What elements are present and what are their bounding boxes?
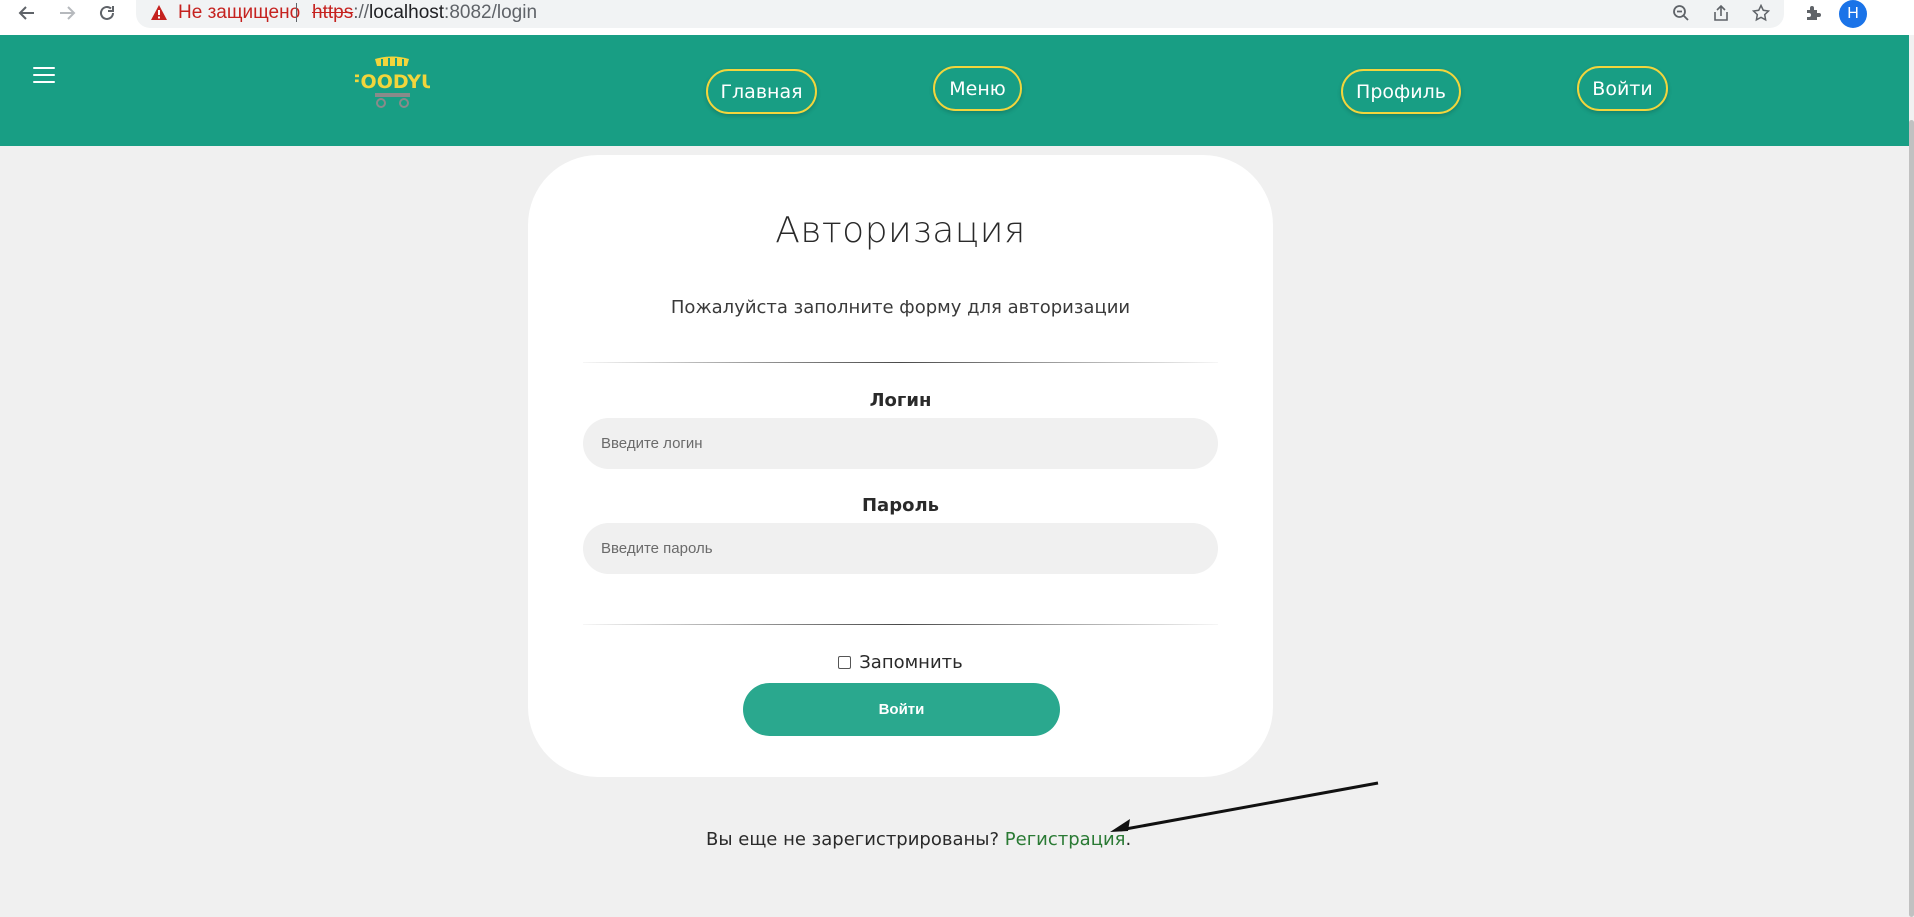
bookmark-star-icon[interactable] bbox=[1744, 0, 1778, 26]
site-header: FOODYU Главная Меню Профиль Войти bbox=[0, 35, 1909, 146]
profile-avatar[interactable]: Н bbox=[1839, 0, 1867, 28]
reload-icon[interactable] bbox=[92, 0, 122, 26]
url-scheme: https bbox=[312, 2, 354, 23]
share-icon[interactable] bbox=[1704, 0, 1738, 26]
hamburger-menu-icon[interactable] bbox=[33, 65, 55, 85]
svg-text:FOODYU: FOODYU bbox=[355, 71, 430, 93]
page-title: Авторизация bbox=[775, 210, 1026, 251]
address-separator bbox=[296, 3, 297, 22]
login-input[interactable] bbox=[583, 418, 1218, 469]
divider-top bbox=[583, 362, 1218, 363]
annotation-arrow-icon bbox=[1110, 781, 1379, 832]
nav-home-button[interactable]: Главная bbox=[706, 69, 817, 114]
remember-label[interactable]: Запомнить bbox=[859, 652, 963, 673]
remember-me: Запомнить bbox=[528, 652, 1273, 673]
warning-icon[interactable] bbox=[150, 4, 168, 22]
nav-menu-button[interactable]: Меню bbox=[933, 66, 1022, 111]
login-card: Авторизация Пожалуйста заполните форму д… bbox=[528, 155, 1273, 777]
url-scheme-separator: :// bbox=[353, 2, 370, 23]
register-question: Вы еще не зарегистрированы? bbox=[706, 829, 1000, 850]
forward-icon[interactable] bbox=[52, 0, 82, 26]
browser-toolbar: Не защищено https://localhost:8082/login… bbox=[0, 0, 1914, 35]
form-subtitle: Пожалуйста заполните форму для авторизац… bbox=[670, 297, 1131, 318]
login-submit-button[interactable]: Войти bbox=[743, 683, 1060, 736]
url-host: localhost bbox=[369, 2, 445, 23]
address-bar[interactable]: Не защищено https://localhost:8082/login bbox=[136, 0, 1784, 28]
remember-checkbox[interactable] bbox=[838, 656, 852, 669]
url-path: :8082/login bbox=[444, 2, 538, 23]
password-input[interactable] bbox=[583, 523, 1218, 574]
page-scrollbar[interactable] bbox=[1909, 35, 1914, 917]
divider-bottom bbox=[583, 624, 1218, 625]
zoom-icon[interactable] bbox=[1664, 0, 1698, 26]
login-label: Логин bbox=[869, 390, 932, 411]
url-text[interactable]: https://localhost:8082/login bbox=[312, 2, 537, 24]
security-status[interactable]: Не защищено bbox=[178, 2, 300, 24]
foodyu-logo[interactable]: FOODYU bbox=[355, 55, 430, 111]
extensions-icon[interactable] bbox=[1796, 0, 1830, 26]
nav-login-button[interactable]: Войти bbox=[1577, 66, 1668, 111]
nav-profile-button[interactable]: Профиль bbox=[1341, 69, 1461, 114]
back-icon[interactable] bbox=[12, 0, 42, 26]
register-prompt: Вы еще не зарегистрированы? Регистрация. bbox=[706, 829, 1131, 850]
scrollbar-thumb[interactable] bbox=[1909, 120, 1914, 917]
password-label: Пароль bbox=[861, 495, 940, 516]
